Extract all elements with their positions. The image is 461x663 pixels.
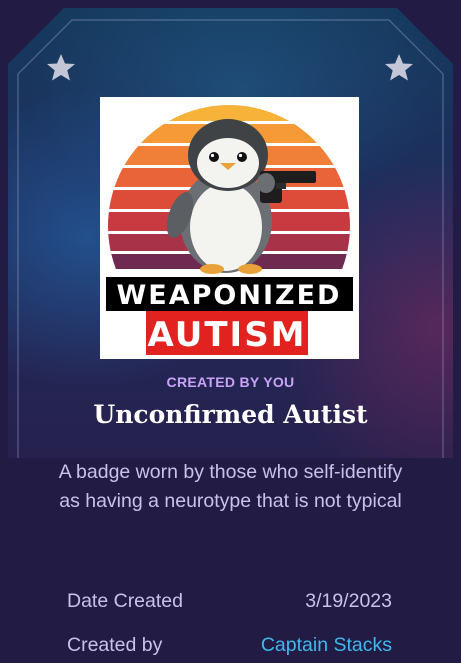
badge-title: Unconfirmed Autist (93, 400, 368, 429)
image-text-weaponized: WEAPONIZED (117, 280, 342, 311)
date-created-label: Date Created (67, 590, 183, 612)
image-text-autism: AUTISM (147, 315, 306, 355)
creator-link[interactable]: Captain Stacks (261, 634, 392, 657)
badge-description: A badge worn by those who self-identify … (58, 461, 403, 512)
date-created-value: 3/19/2023 (305, 590, 392, 612)
date-created-row: Date Created 3/19/2023 (67, 590, 392, 613)
origin-label: CREATED BY YOU (166, 374, 295, 390)
created-by-row: Created by Captain Stacks (67, 634, 392, 657)
badge-image: WEAPONIZED AUTISM (100, 97, 359, 359)
star-icon (385, 54, 413, 81)
created-by-label: Created by (67, 634, 163, 656)
badge-card: WEAPONIZED AUTISM CREATED BY YOU Unconfi… (0, 0, 461, 663)
star-icon (47, 54, 75, 81)
